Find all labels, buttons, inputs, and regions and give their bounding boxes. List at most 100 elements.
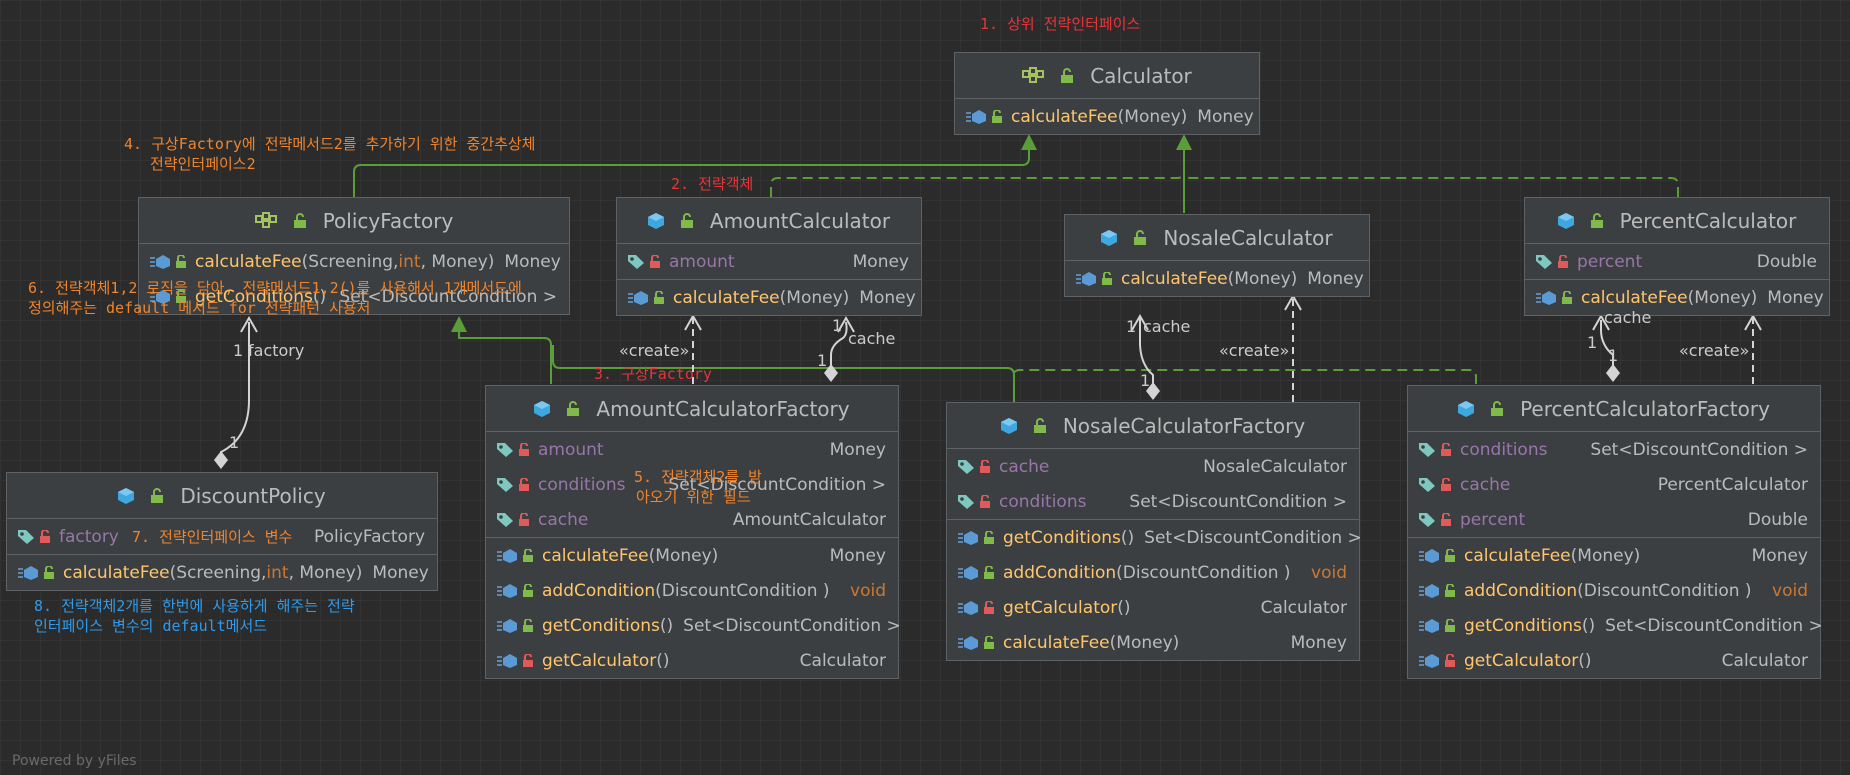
- method-row[interactable]: getConditions () Set<DiscountCondition >: [1408, 608, 1823, 643]
- field-icon: [957, 459, 991, 475]
- node-title: NosaleCalculatorFactory: [1062, 413, 1306, 438]
- public-lock-icon: [293, 212, 307, 229]
- method-icon: [496, 653, 534, 669]
- nosalecalculator-node[interactable]: NosaleCalculator calculateFee (Money) Mon…: [1064, 214, 1370, 297]
- method-icon: [1418, 583, 1456, 599]
- note-6: 6. 전략객체1,2 로직을 담아, 전략메서드1,2()를 사용해서 1개메서…: [28, 278, 522, 318]
- method-params-tail: , Money): [420, 251, 495, 272]
- methods-section: calculateFee (Money) Money: [1065, 261, 1369, 296]
- note-8-line1: 8. 전략객체2개를 한번에 사용하게 해주는 전략: [34, 597, 355, 615]
- method-params: (Money): [1227, 268, 1298, 289]
- field-icon: [17, 529, 51, 545]
- edge-role-label: cache: [1143, 317, 1191, 336]
- method-row[interactable]: getCalculator () Calculator: [486, 643, 898, 678]
- method-row[interactable]: calculateFee (Screening, int, Money) Mone…: [139, 244, 569, 279]
- percentcalculatorfactory-header: PercentCalculatorFactory: [1408, 386, 1820, 432]
- edge-role-label: cache: [848, 329, 896, 348]
- method-return-type: Money: [1290, 632, 1347, 653]
- method-return-type: Calculator: [799, 650, 886, 671]
- method-name: calculateFee: [1011, 106, 1118, 127]
- method-name: calculateFee: [63, 562, 170, 583]
- field-icon: [1535, 254, 1569, 270]
- field-type: NosaleCalculator: [1203, 456, 1347, 477]
- field-name: cache: [538, 509, 589, 530]
- percentcalculator-header: PercentCalculator: [1525, 198, 1829, 244]
- method-row[interactable]: calculateFee (Screening, int, Money) Mone…: [7, 555, 437, 590]
- method-row[interactable]: calculateFee (Money) Money: [617, 280, 921, 315]
- method-return-type: Money: [859, 287, 916, 308]
- method-return-type: Set<DiscountCondition >: [1144, 527, 1362, 548]
- method-icon: [1535, 290, 1573, 306]
- field-row[interactable]: percent Double: [1408, 502, 1820, 537]
- field-row[interactable]: conditions Set<DiscountCondition >: [947, 484, 1359, 519]
- method-row[interactable]: getConditions () Set<DiscountCondition >: [947, 520, 1362, 555]
- method-row[interactable]: calculateFee (Money) Money: [1408, 538, 1820, 573]
- method-row[interactable]: addCondition (DiscountCondition ) void: [1408, 573, 1820, 608]
- method-return-type: Set<DiscountCondition >: [1605, 615, 1823, 636]
- method-row[interactable]: calculateFee (Money) Money: [486, 538, 898, 573]
- method-return-type: Money: [1197, 106, 1254, 127]
- methods-section: getConditions () Set<DiscountCondition >…: [947, 520, 1362, 660]
- arrowhead-calculator-2: [1176, 134, 1192, 150]
- amountcalculator-node[interactable]: AmountCalculator amount Money calculateF…: [616, 197, 922, 316]
- method-row[interactable]: addCondition (DiscountCondition ) void: [947, 555, 1359, 590]
- amountcalculator-header: AmountCalculator: [617, 198, 921, 244]
- method-icon: [965, 109, 1003, 125]
- method-row[interactable]: addCondition (DiscountCondition ) void: [486, 573, 898, 608]
- public-lock-icon: [1033, 417, 1047, 434]
- param-keyword: int: [398, 251, 421, 272]
- field-row[interactable]: amount Money: [486, 432, 898, 467]
- edge-stereotype: «create»: [1679, 341, 1750, 360]
- method-params: (Money): [1570, 545, 1641, 566]
- method-row[interactable]: getCalculator () Calculator: [947, 590, 1359, 625]
- node-title: PercentCalculator: [1619, 208, 1797, 233]
- method-icon: [1075, 271, 1113, 287]
- percentcalculator-node[interactable]: PercentCalculator percent Double calcula…: [1524, 197, 1830, 316]
- field-row[interactable]: conditions Set<DiscountCondition >: [1408, 432, 1820, 467]
- method-return-type: void: [1772, 580, 1808, 601]
- method-icon: [957, 565, 995, 581]
- method-icon: [1418, 548, 1456, 564]
- nosalecalculatorfactory-node[interactable]: NosaleCalculatorFactory cache NosaleCalc…: [946, 402, 1362, 661]
- method-name: addCondition: [1003, 562, 1117, 583]
- method-params: (): [1117, 597, 1131, 618]
- field-row[interactable]: percent Double: [1525, 244, 1829, 279]
- field-type: Double: [1756, 251, 1817, 272]
- amountcalculatorfactory-node[interactable]: AmountCalculatorFactory amount Money con…: [485, 385, 901, 679]
- field-name: percent: [1460, 509, 1526, 530]
- edge-role-label: cache: [1604, 308, 1652, 327]
- method-name: addCondition: [542, 580, 656, 601]
- nosalecalculator-header: NosaleCalculator: [1065, 215, 1369, 261]
- field-row[interactable]: cache PercentCalculator: [1408, 467, 1820, 502]
- methods-section: calculateFee (Money) Money addCondition (…: [1408, 538, 1823, 678]
- method-params: (): [656, 650, 670, 671]
- field-row[interactable]: cache AmountCalculator: [486, 502, 898, 537]
- note-1: 1. 상위 전략인터페이스: [980, 15, 1141, 33]
- method-row[interactable]: getCalculator () Calculator: [1408, 643, 1820, 678]
- method-icon: [957, 600, 995, 616]
- field-name: cache: [999, 456, 1050, 477]
- param-keyword: int: [266, 562, 289, 583]
- edge-multiplicity: 1: [233, 341, 244, 360]
- note-8: 8. 전략객체2개를 한번에 사용하게 해주는 전략 인터페이스 변수의 def…: [34, 596, 355, 636]
- method-icon: [957, 530, 995, 546]
- class-icon: [1557, 212, 1574, 229]
- field-row[interactable]: cache NosaleCalculator: [947, 449, 1359, 484]
- method-row[interactable]: calculateFee (Money) Money: [1065, 261, 1369, 296]
- calculator-header: Calculator: [955, 53, 1259, 99]
- method-params: (): [1581, 615, 1596, 636]
- fields-section: cache NosaleCalculator conditions Set<Di…: [947, 449, 1359, 520]
- method-icon: [1418, 653, 1456, 669]
- method-row[interactable]: calculateFee (Money) Money: [947, 625, 1359, 660]
- method-row[interactable]: calculateFee (Money) Money: [1525, 280, 1829, 315]
- edge-multiplicity: 1: [229, 433, 240, 452]
- field-row[interactable]: amount Money: [617, 244, 921, 279]
- method-row[interactable]: getConditions () Set<DiscountCondition >: [486, 608, 901, 643]
- class-icon: [1000, 417, 1017, 434]
- method-params: (): [1120, 527, 1135, 548]
- calculator-node[interactable]: Calculator calculateFee (Money) Money: [954, 52, 1260, 135]
- note-4-line1: 4. 구상Factory에 전략메서드2를 추가하기 위한 중간추상체: [124, 135, 536, 153]
- method-row[interactable]: calculateFee (Money) Money: [955, 99, 1259, 134]
- note-7: 7. 전략인터페이스 변수: [132, 528, 293, 546]
- percentcalculatorfactory-node[interactable]: PercentCalculatorFactory conditions Set<…: [1407, 385, 1823, 679]
